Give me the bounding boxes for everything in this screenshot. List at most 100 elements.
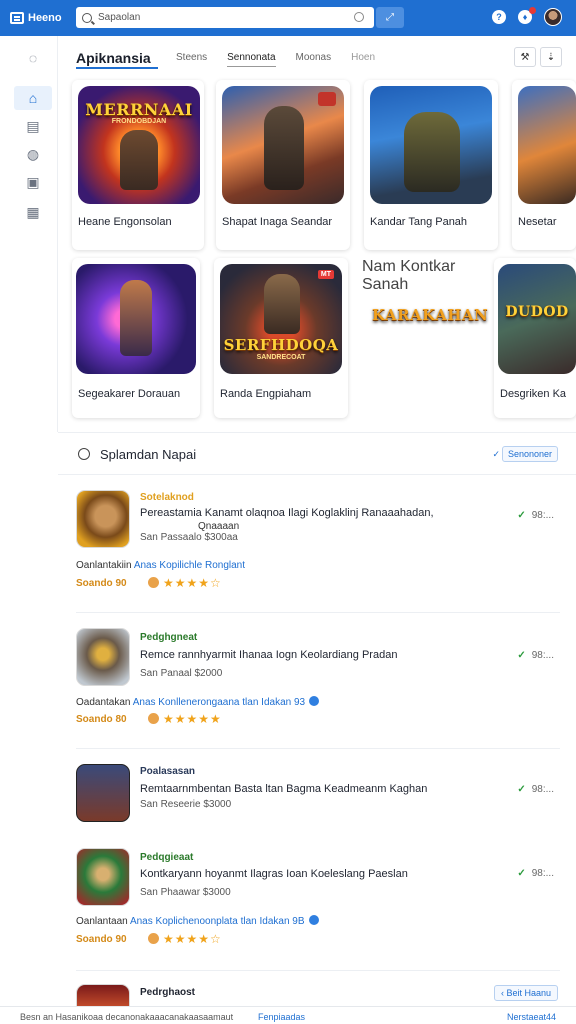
footer-link[interactable]: Fenpiaadas bbox=[258, 1012, 305, 1022]
tab-steens[interactable]: Steens bbox=[176, 52, 207, 67]
game-card-name: Desgriken Ka bbox=[500, 388, 567, 400]
game-card[interactable]: Nesetar bbox=[512, 80, 576, 250]
check-icon: ✓ bbox=[517, 868, 526, 879]
game-logo: SERFHDOQA bbox=[223, 336, 339, 354]
game-card-art bbox=[370, 86, 492, 204]
rating-badge-icon bbox=[318, 92, 336, 106]
character-figure bbox=[264, 274, 300, 334]
app-icon bbox=[76, 984, 130, 1006]
notification-dot bbox=[529, 7, 536, 14]
game-logo-sub: SANDRECOAT bbox=[256, 354, 306, 361]
item-right-value: 98:... bbox=[531, 868, 554, 879]
badge: MT bbox=[317, 270, 334, 279]
footer-left: Besn an Hasanikoaa decanonakaaacanakaasa… bbox=[20, 1012, 234, 1022]
tab-sennonata[interactable]: Sennonata bbox=[227, 52, 276, 67]
game-card-art: MERRNAAI FRONDOBDJAN bbox=[78, 86, 200, 204]
game-card-name: Shapat Inaga Seandar bbox=[222, 216, 333, 228]
item-price: Soando 90 bbox=[76, 934, 127, 945]
item-tag: Poalasasan bbox=[140, 766, 196, 777]
app-icon bbox=[76, 764, 130, 822]
item-meta: San Phaawar $3000 bbox=[140, 887, 231, 898]
character-figure bbox=[120, 130, 158, 190]
search-icon bbox=[82, 12, 92, 23]
tab-hoen[interactable]: Hoen bbox=[351, 52, 375, 67]
row-divider bbox=[76, 748, 560, 749]
item-right-value: 98:... bbox=[531, 784, 554, 795]
game-logo: MERRNAAI bbox=[85, 100, 193, 119]
bottom-action-button[interactable]: ‹ Beit Haanu bbox=[493, 985, 558, 1001]
item-tag: Pedrghaost bbox=[140, 987, 196, 998]
game-card-art bbox=[222, 86, 344, 204]
row-divider bbox=[76, 612, 560, 613]
coin-icon bbox=[148, 577, 159, 588]
search-clear-icon[interactable] bbox=[354, 12, 364, 22]
sidebar-item-list[interactable]: ▤ bbox=[14, 114, 52, 138]
menu-grid-icon bbox=[10, 12, 24, 24]
arrows-icon: ⤢ bbox=[386, 12, 394, 23]
sidebar: ◌ ⌂ ▤ ◍ ▣ ▦ bbox=[0, 36, 58, 432]
tab-moonas[interactable]: Moonas bbox=[296, 52, 332, 67]
game-card-art: KARAKAHAN bbox=[372, 298, 489, 338]
game-card[interactable]: MT SERFHDOQA SANDRECOAT Randa Engpiaham bbox=[214, 258, 348, 418]
game-card[interactable]: MERRNAAI FRONDOBDJAN Heane Engonsolan bbox=[72, 80, 204, 250]
item-link[interactable]: Anas Konllenerongaana tlan Idakan 93 bbox=[133, 697, 305, 708]
item-description: Remtaarnmbentan Basta ltan Bagma Keadmea… bbox=[140, 783, 428, 795]
sort-button[interactable]: ⚒ bbox=[514, 47, 536, 67]
game-card[interactable]: KARAKAHAN Nam Kontkar Sanah bbox=[362, 258, 489, 418]
notification-icon[interactable]: ♦ bbox=[518, 7, 536, 24]
bottom-action-label: Beit Haanu bbox=[506, 988, 551, 998]
check-icon: ✓ bbox=[492, 449, 500, 459]
help-icon[interactable]: ? bbox=[492, 10, 506, 24]
game-card[interactable]: Segeakarer Dorauan bbox=[72, 258, 200, 418]
game-card[interactable]: DUDOD Desgriken Ka bbox=[494, 258, 576, 418]
character-figure bbox=[264, 106, 304, 190]
section-title: Splamdan Napai bbox=[100, 447, 197, 462]
tab-bar: Steens Sennonata Moonas Hoen bbox=[176, 52, 375, 67]
game-logo: DUDOD bbox=[505, 304, 569, 320]
game-card-name: Heane Engonsolan bbox=[78, 216, 172, 228]
search-submit-button[interactable]: ⤢ bbox=[376, 7, 404, 28]
game-card-art bbox=[518, 86, 576, 204]
brand[interactable]: Heeno bbox=[10, 12, 74, 24]
store-icon: ◍ bbox=[26, 146, 40, 162]
item-tag: Pedqgieaat bbox=[140, 852, 194, 863]
game-logo-sub: FRONDOBDJAN bbox=[111, 118, 167, 125]
item-link[interactable]: Anas Koplichenoonplata tlan Idakan 9B bbox=[130, 916, 305, 927]
sidebar-item-home[interactable]: ⌂ bbox=[14, 86, 52, 110]
item-link[interactable]: Anas Kopilichle Ronglant bbox=[134, 560, 245, 571]
chat-icon: ◌ bbox=[28, 50, 38, 66]
check-icon: ✓ bbox=[517, 650, 526, 661]
item-tag: Sotelaknod bbox=[140, 492, 194, 503]
item-meta: San Passaalo $300aa bbox=[140, 532, 238, 543]
item-rating: ★★★★☆ bbox=[163, 932, 222, 946]
search-input[interactable]: Sapaolan bbox=[76, 7, 374, 28]
page-title: Apiknansia bbox=[76, 50, 151, 66]
game-card[interactable]: Kandar Tang Panah bbox=[364, 80, 498, 250]
game-card[interactable]: Shapat Inaga Seandar bbox=[216, 80, 350, 250]
game-card-name: Nesetar bbox=[518, 216, 557, 228]
game-card-name: Segeakarer Dorauan bbox=[78, 388, 181, 400]
game-logo: KARAKAHAN bbox=[372, 306, 489, 324]
character-figure bbox=[120, 280, 152, 356]
sidebar-item-store[interactable]: ◍ bbox=[14, 142, 52, 166]
character-figure bbox=[404, 112, 460, 192]
sidebar-item-games[interactable]: ▦ bbox=[14, 200, 52, 224]
filter-button[interactable]: ⇣ bbox=[540, 47, 562, 67]
sidebar-item-chat[interactable]: ◌ bbox=[14, 46, 52, 70]
avatar[interactable] bbox=[544, 8, 562, 26]
header-tools: ⚒ ⇣ bbox=[514, 47, 562, 67]
item-meta: San Reseerie $3000 bbox=[140, 799, 232, 810]
book-icon: ▣ bbox=[26, 174, 40, 190]
game-card-art bbox=[76, 264, 196, 374]
item-rating: ★★★★★ bbox=[163, 712, 222, 726]
tool-icon: ⚒ bbox=[520, 51, 530, 63]
search-icon bbox=[78, 448, 90, 460]
title-underline bbox=[76, 67, 158, 69]
footer-right-link[interactable]: Nerstaeat44 bbox=[507, 1012, 556, 1022]
item-link-prefix: Oadantakan bbox=[76, 697, 131, 708]
gamepad-icon: ▦ bbox=[26, 204, 40, 220]
app-icon bbox=[76, 490, 130, 548]
game-card-name: Kandar Tang Panah bbox=[370, 216, 468, 228]
sidebar-item-book[interactable]: ▣ bbox=[14, 170, 52, 194]
section-action-button[interactable]: Senononer bbox=[501, 446, 558, 462]
